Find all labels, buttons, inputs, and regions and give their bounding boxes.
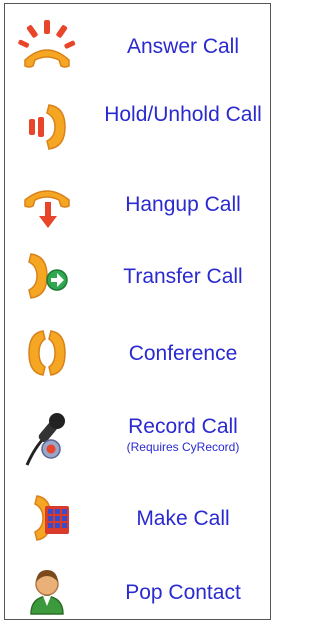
pop-contact-label: Pop Contact — [125, 581, 241, 604]
conference-button[interactable]: Conference — [5, 321, 270, 386]
transfer-call-icon — [15, 246, 79, 306]
call-actions-panel: Answer Call Hold/Unhold Call Hangup Call — [4, 3, 271, 620]
hold-call-icon — [15, 97, 79, 157]
conference-icon — [15, 323, 79, 383]
hangup-call-label: Hangup Call — [125, 193, 241, 216]
pop-contact-button[interactable]: Pop Contact — [5, 560, 270, 625]
answer-call-icon — [15, 16, 79, 76]
record-call-requirement: (Requires CyRecord) — [126, 440, 240, 454]
hangup-call-button[interactable]: Hangup Call — [5, 174, 270, 239]
make-call-button[interactable]: Make Call — [5, 486, 270, 551]
record-call-button[interactable]: Record Call (Requires CyRecord) — [5, 402, 270, 474]
pop-contact-icon — [15, 560, 79, 620]
make-call-icon — [15, 488, 79, 548]
transfer-call-button[interactable]: Transfer Call — [5, 244, 270, 309]
conference-label: Conference — [128, 342, 238, 365]
hangup-call-icon — [15, 176, 79, 236]
record-call-icon — [15, 407, 79, 467]
answer-call-label: Answer Call — [126, 35, 240, 58]
answer-call-button[interactable]: Answer Call — [5, 14, 270, 79]
make-call-label: Make Call — [136, 507, 230, 530]
record-call-label: Record Call (Requires CyRecord) — [99, 414, 267, 455]
hold-call-button[interactable]: Hold/Unhold Call — [5, 92, 270, 162]
transfer-call-label: Transfer Call — [123, 265, 243, 288]
hold-call-label: Hold/Unhold Call — [104, 103, 262, 126]
record-call-title: Record Call — [128, 415, 238, 438]
